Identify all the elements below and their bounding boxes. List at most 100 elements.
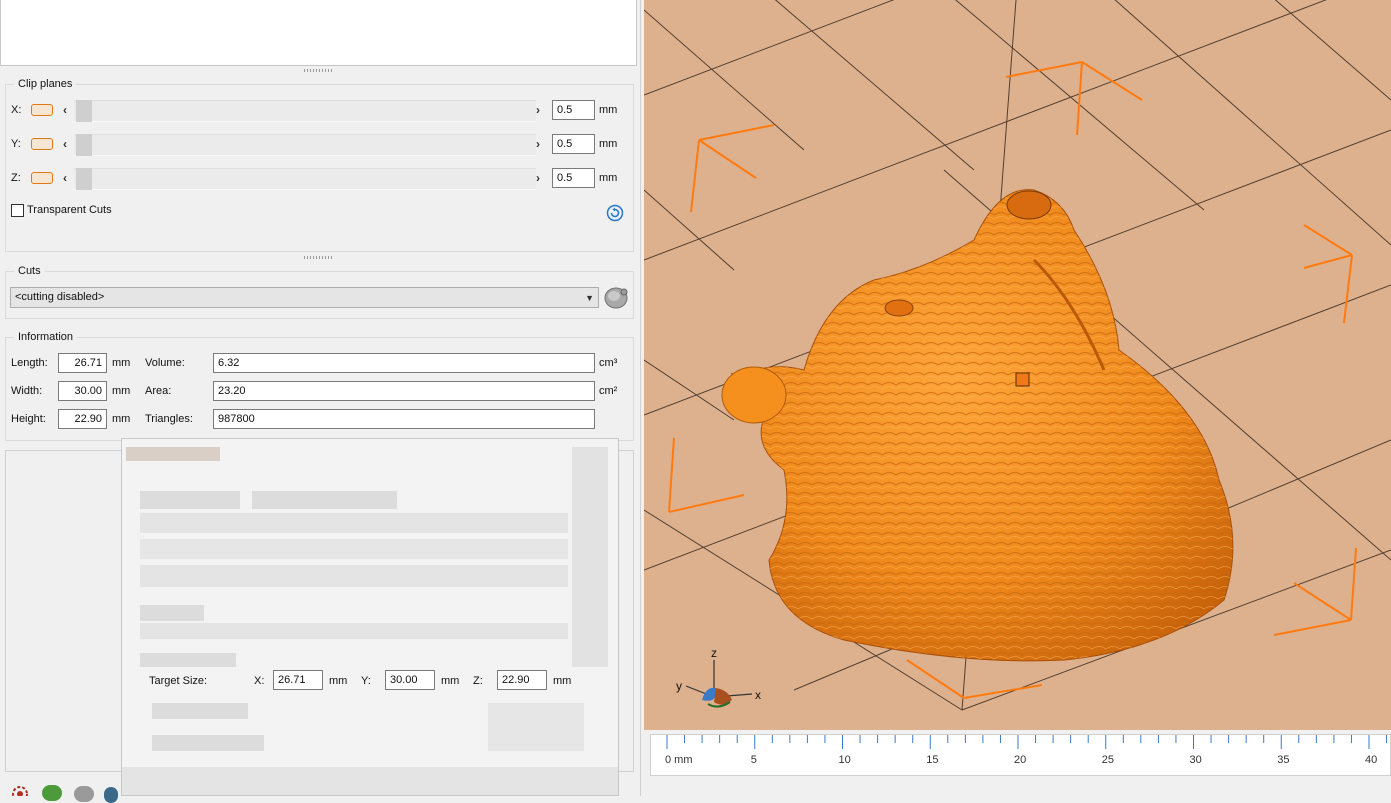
length-unit: mm	[112, 357, 131, 369]
reset-clip-icon[interactable]	[606, 204, 624, 222]
bear-head-model	[721, 189, 1234, 662]
sphere-icon[interactable]	[74, 786, 94, 802]
clip-z-increase-icon[interactable]: ›	[536, 171, 540, 185]
cuts-dropdown-value: <cutting disabled>	[15, 291, 105, 303]
clip-y-unit: mm	[599, 138, 618, 150]
clip-y-slider-thumb[interactable]	[76, 134, 92, 156]
clip-y-slider[interactable]	[74, 134, 536, 156]
target-size-label: Target Size:	[149, 675, 208, 687]
blurred-block-8	[140, 653, 236, 667]
volume-value: 6.32	[213, 353, 595, 373]
transparent-cuts-checkbox[interactable]	[11, 204, 24, 217]
ruler-ticks: 0 mm 5 10 15 20 25 30 35 40	[665, 735, 1388, 766]
clip-y-label: Y:	[11, 138, 21, 150]
height-unit: mm	[112, 413, 131, 425]
gear-icon[interactable]	[8, 782, 32, 796]
clip-x-label: X:	[11, 104, 22, 116]
blurred-block-10	[152, 735, 264, 751]
target-x-input[interactable]: 26.71	[273, 670, 323, 690]
clip-x-slider[interactable]	[74, 100, 536, 122]
blurred-block-7	[140, 623, 568, 639]
ruler-label: 0 mm	[665, 754, 693, 766]
clip-x-decrease-icon[interactable]: ‹	[63, 103, 67, 117]
object-list-area[interactable]	[0, 0, 637, 66]
ruler-label: 5	[751, 754, 757, 766]
3d-viewport[interactable]: z y x	[644, 0, 1391, 730]
cuts-title: Cuts	[14, 265, 45, 277]
volume-unit: cm³	[599, 357, 618, 369]
ruler-label: 10	[839, 754, 851, 766]
axis-z-label: z	[711, 646, 717, 660]
tool-icon[interactable]	[104, 787, 118, 803]
clip-x-slider-thumb[interactable]	[76, 100, 92, 122]
target-z-unit: mm	[553, 675, 572, 687]
target-y-unit: mm	[441, 675, 460, 687]
splitter-grip[interactable]	[304, 69, 334, 72]
height-label: Height:	[11, 413, 46, 425]
length-label: Length:	[11, 357, 48, 369]
chevron-down-icon: ▼	[585, 293, 594, 303]
clip-x-increase-icon[interactable]: ›	[536, 103, 540, 117]
transparent-cuts-label: Transparent Cuts	[27, 204, 112, 216]
area-label: Area:	[145, 385, 172, 397]
information-title: Information	[14, 331, 78, 343]
ruler-label: 15	[926, 754, 938, 766]
blurred-scrollbar	[572, 447, 608, 667]
cuts-dropdown[interactable]: <cutting disabled> ▼	[10, 287, 599, 308]
clip-x-color-swatch[interactable]	[31, 104, 53, 116]
clip-x-input[interactable]: 0.5	[552, 100, 595, 120]
cut-tool-icon[interactable]	[603, 286, 629, 310]
clip-z-slider[interactable]	[74, 168, 536, 190]
axis-x-label: x	[755, 688, 761, 702]
axis-gizmo: z y x	[676, 646, 761, 708]
length-value: 26.71	[58, 353, 107, 373]
blurred-block-3	[140, 513, 568, 533]
area-unit: cm²	[599, 385, 618, 397]
clip-z-slider-thumb[interactable]	[76, 168, 92, 190]
clip-z-label: Z:	[11, 172, 21, 184]
axis-y-label: y	[676, 679, 682, 693]
clip-z-decrease-icon[interactable]: ‹	[63, 171, 67, 185]
clip-z-color-swatch[interactable]	[31, 172, 53, 184]
blurred-title	[126, 447, 220, 461]
ruler-label: 40	[1365, 754, 1377, 766]
ruler-bar: 0 mm 5 10 15 20 25 30 35 40	[650, 730, 1391, 796]
ruler-label: 25	[1102, 754, 1114, 766]
clip-y-decrease-icon[interactable]: ‹	[63, 137, 67, 151]
width-value: 30.00	[58, 381, 107, 401]
triangles-value: 987800	[213, 409, 595, 429]
target-y-input[interactable]: 30.00	[385, 670, 435, 690]
volume-label: Volume:	[145, 357, 185, 369]
clip-x-unit: mm	[599, 104, 618, 116]
target-x-label: X:	[254, 675, 265, 687]
clip-y-increase-icon[interactable]: ›	[536, 137, 540, 151]
blurred-block-4	[140, 539, 568, 559]
target-z-label: Z:	[473, 675, 483, 687]
clip-y-color-swatch[interactable]	[31, 138, 53, 150]
blurred-footer	[122, 767, 618, 795]
width-label: Width:	[11, 385, 43, 397]
target-x-unit: mm	[329, 675, 348, 687]
ruler-label: 20	[1014, 754, 1026, 766]
ruler-label: 35	[1277, 754, 1289, 766]
area-value: 23.20	[213, 381, 595, 401]
viewport-canvas[interactable]: z y x	[644, 0, 1391, 730]
blurred-block-1	[140, 491, 240, 509]
blurred-block-6	[140, 605, 204, 621]
clip-z-input[interactable]: 0.5	[552, 168, 595, 188]
width-unit: mm	[112, 385, 131, 397]
target-z-input[interactable]: 22.90	[497, 670, 547, 690]
ruler-label: 30	[1190, 754, 1202, 766]
blurred-button[interactable]	[488, 703, 584, 751]
blurred-block-2	[252, 491, 397, 509]
clip-planes-title: Clip planes	[14, 78, 77, 90]
blurred-block-9	[152, 703, 248, 719]
globe-icon[interactable]	[42, 785, 62, 801]
clip-z-unit: mm	[599, 172, 618, 184]
clip-y-input[interactable]: 0.5	[552, 134, 595, 154]
triangles-label: Triangles:	[145, 413, 193, 425]
splitter-grip-2[interactable]	[304, 256, 334, 259]
blurred-block-5	[140, 565, 568, 587]
ruler: 0 mm 5 10 15 20 25 30 35 40	[650, 734, 1391, 776]
height-value: 22.90	[58, 409, 107, 429]
